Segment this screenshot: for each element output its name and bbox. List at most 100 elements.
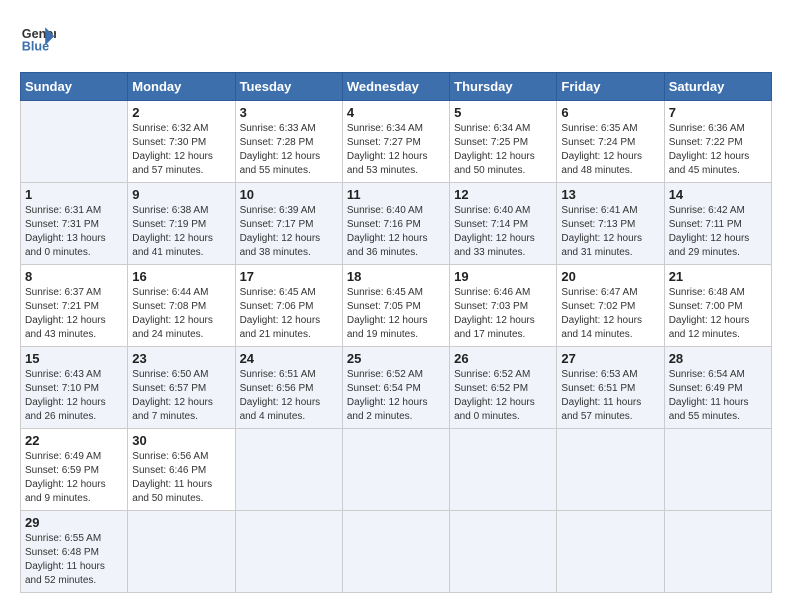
day-number: 19 [454,269,552,284]
day-number: 21 [669,269,767,284]
calendar-cell: 7Sunrise: 6:36 AM Sunset: 7:22 PM Daylig… [664,101,771,183]
header-row: SundayMondayTuesdayWednesdayThursdayFrid… [21,73,772,101]
day-info: Sunrise: 6:36 AM Sunset: 7:22 PM Dayligh… [669,122,767,178]
day-info: Sunrise: 6:38 AM Sunset: 7:19 PM Dayligh… [132,204,230,260]
day-number: 18 [347,269,445,284]
week-row-5: 22 Sunrise: 6:49 AM Sunset: 6:59 PM Dayli… [21,429,772,511]
calendar-cell: 22 Sunrise: 6:49 AM Sunset: 6:59 PM Dayli… [21,429,128,511]
calendar-cell [128,511,235,593]
day-info: Sunrise: 6:40 AM Sunset: 7:16 PM Dayligh… [347,204,445,260]
day-info: Sunrise: 6:55 AM Sunset: 6:48 PM Dayligh… [25,532,123,588]
week-row-6: 29Sunrise: 6:55 AM Sunset: 6:48 PM Dayli… [21,511,772,593]
calendar-cell: 17 Sunrise: 6:45 AM Sunset: 7:06 PM Dayli… [235,265,342,347]
day-number: 27 [561,351,659,366]
day-info: Sunrise: 6:31 AM Sunset: 7:31 PM Dayligh… [25,204,123,260]
calendar-cell: 12Sunrise: 6:40 AM Sunset: 7:14 PM Dayli… [450,183,557,265]
header-day-wednesday: Wednesday [342,73,449,101]
day-number: 3 [240,105,338,120]
day-info: Sunrise: 6:48 AM Sunset: 7:00 PM Dayligh… [669,286,767,342]
day-number: 26 [454,351,552,366]
day-info: Sunrise: 6:34 AM Sunset: 7:27 PM Dayligh… [347,122,445,178]
week-row-1: 2Sunrise: 6:32 AM Sunset: 7:30 PM Daylig… [21,101,772,183]
calendar-cell: 10 Sunrise: 6:39 AM Sunset: 7:17 PM Dayli… [235,183,342,265]
calendar-table: SundayMondayTuesdayWednesdayThursdayFrid… [20,72,772,593]
logo-icon: General Blue [20,20,56,56]
day-info: Sunrise: 6:47 AM Sunset: 7:02 PM Dayligh… [561,286,659,342]
day-number: 30 [132,433,230,448]
logo: General Blue [20,20,56,56]
calendar-cell: 15 Sunrise: 6:43 AM Sunset: 7:10 PM Dayli… [21,347,128,429]
day-number: 28 [669,351,767,366]
calendar-cell: 4 Sunrise: 6:34 AM Sunset: 7:27 PM Daylig… [342,101,449,183]
day-info: Sunrise: 6:53 AM Sunset: 6:51 PM Dayligh… [561,368,659,424]
header-day-tuesday: Tuesday [235,73,342,101]
day-info: Sunrise: 6:37 AM Sunset: 7:21 PM Dayligh… [25,286,123,342]
calendar-cell [557,429,664,511]
day-number: 14 [669,187,767,202]
calendar-cell: 5Sunrise: 6:34 AM Sunset: 7:25 PM Daylig… [450,101,557,183]
day-info: Sunrise: 6:52 AM Sunset: 6:54 PM Dayligh… [347,368,445,424]
calendar-cell: 1 Sunrise: 6:31 AM Sunset: 7:31 PM Daylig… [21,183,128,265]
calendar-cell: 2Sunrise: 6:32 AM Sunset: 7:30 PM Daylig… [128,101,235,183]
day-info: Sunrise: 6:33 AM Sunset: 7:28 PM Dayligh… [240,122,338,178]
calendar-cell [450,429,557,511]
calendar-cell: 9 Sunrise: 6:38 AM Sunset: 7:19 PM Daylig… [128,183,235,265]
day-number: 20 [561,269,659,284]
day-info: Sunrise: 6:45 AM Sunset: 7:06 PM Dayligh… [240,286,338,342]
day-info: Sunrise: 6:49 AM Sunset: 6:59 PM Dayligh… [25,450,123,506]
calendar-cell: 18 Sunrise: 6:45 AM Sunset: 7:05 PM Dayli… [342,265,449,347]
calendar-cell [342,511,449,593]
calendar-cell [557,511,664,593]
calendar-cell: 30 Sunrise: 6:56 AM Sunset: 6:46 PM Dayli… [128,429,235,511]
day-info: Sunrise: 6:51 AM Sunset: 6:56 PM Dayligh… [240,368,338,424]
day-number: 22 [25,433,123,448]
day-info: Sunrise: 6:52 AM Sunset: 6:52 PM Dayligh… [454,368,552,424]
day-number: 10 [240,187,338,202]
day-info: Sunrise: 6:43 AM Sunset: 7:10 PM Dayligh… [25,368,123,424]
day-info: Sunrise: 6:42 AM Sunset: 7:11 PM Dayligh… [669,204,767,260]
svg-text:Blue: Blue [22,40,49,54]
calendar-cell [235,511,342,593]
calendar-cell [342,429,449,511]
calendar-cell: 13 Sunrise: 6:41 AM Sunset: 7:13 PM Dayli… [557,183,664,265]
day-number: 11 [347,187,445,202]
day-number: 4 [347,105,445,120]
day-number: 12 [454,187,552,202]
calendar-cell: 8Sunrise: 6:37 AM Sunset: 7:21 PM Daylig… [21,265,128,347]
calendar-cell: 20 Sunrise: 6:47 AM Sunset: 7:02 PM Dayli… [557,265,664,347]
calendar-cell [664,429,771,511]
day-info: Sunrise: 6:45 AM Sunset: 7:05 PM Dayligh… [347,286,445,342]
calendar-cell: 14 Sunrise: 6:42 AM Sunset: 7:11 PM Dayli… [664,183,771,265]
day-number: 23 [132,351,230,366]
day-number: 6 [561,105,659,120]
week-row-2: 1 Sunrise: 6:31 AM Sunset: 7:31 PM Daylig… [21,183,772,265]
day-info: Sunrise: 6:39 AM Sunset: 7:17 PM Dayligh… [240,204,338,260]
day-info: Sunrise: 6:41 AM Sunset: 7:13 PM Dayligh… [561,204,659,260]
day-number: 15 [25,351,123,366]
day-number: 17 [240,269,338,284]
calendar-cell: 6Sunrise: 6:35 AM Sunset: 7:24 PM Daylig… [557,101,664,183]
day-number: 9 [132,187,230,202]
calendar-cell [235,429,342,511]
header-day-saturday: Saturday [664,73,771,101]
day-info: Sunrise: 6:56 AM Sunset: 6:46 PM Dayligh… [132,450,230,506]
header-day-thursday: Thursday [450,73,557,101]
day-info: Sunrise: 6:54 AM Sunset: 6:49 PM Dayligh… [669,368,767,424]
calendar-cell: 24Sunrise: 6:51 AM Sunset: 6:56 PM Dayli… [235,347,342,429]
day-number: 16 [132,269,230,284]
calendar-cell [21,101,128,183]
calendar-cell: 29Sunrise: 6:55 AM Sunset: 6:48 PM Dayli… [21,511,128,593]
day-info: Sunrise: 6:34 AM Sunset: 7:25 PM Dayligh… [454,122,552,178]
calendar-cell [450,511,557,593]
header-day-monday: Monday [128,73,235,101]
calendar-cell: 25 Sunrise: 6:52 AM Sunset: 6:54 PM Dayli… [342,347,449,429]
week-row-3: 8Sunrise: 6:37 AM Sunset: 7:21 PM Daylig… [21,265,772,347]
week-row-4: 15 Sunrise: 6:43 AM Sunset: 7:10 PM Dayli… [21,347,772,429]
calendar-cell: 26 Sunrise: 6:52 AM Sunset: 6:52 PM Dayli… [450,347,557,429]
day-number: 13 [561,187,659,202]
day-info: Sunrise: 6:32 AM Sunset: 7:30 PM Dayligh… [132,122,230,178]
calendar-cell: 3 Sunrise: 6:33 AM Sunset: 7:28 PM Daylig… [235,101,342,183]
day-number: 25 [347,351,445,366]
header-day-sunday: Sunday [21,73,128,101]
day-number: 1 [25,187,123,202]
